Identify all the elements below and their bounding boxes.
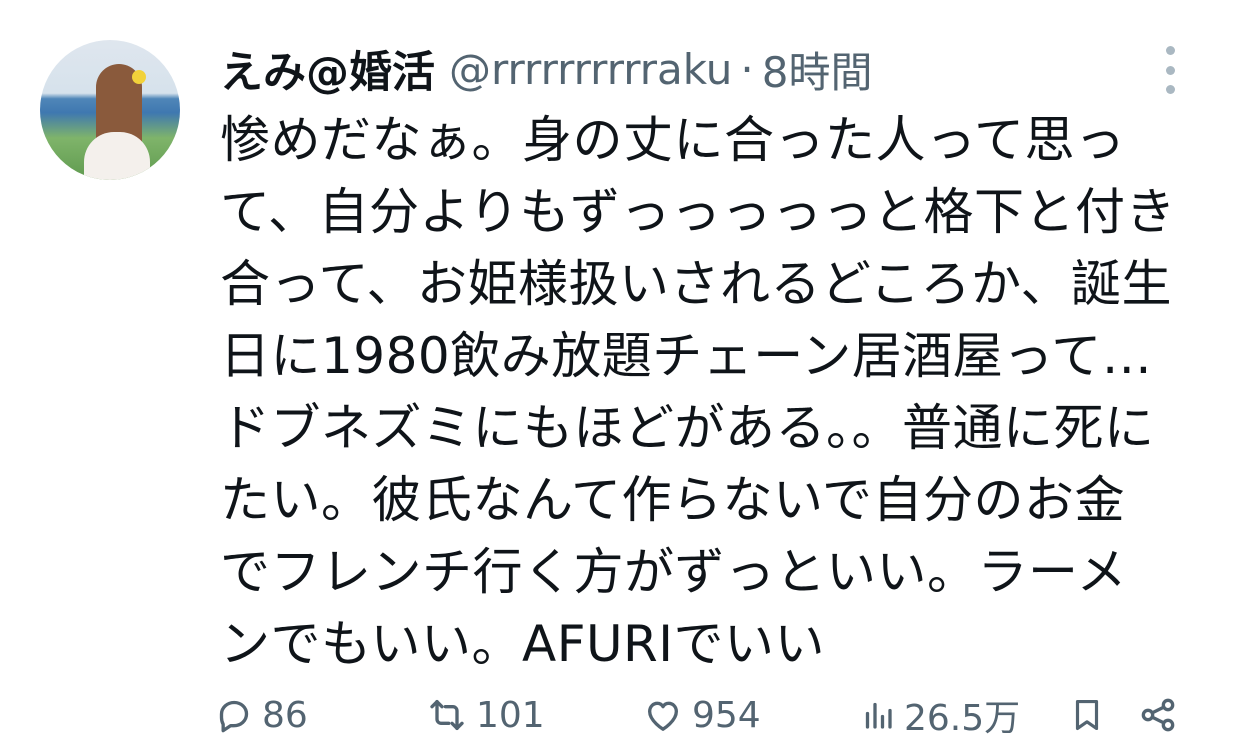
retweet-icon [426, 695, 468, 735]
bookmark-button[interactable] [1068, 690, 1106, 740]
views-count: 26.5万 [904, 698, 1021, 739]
tweet-text: 惨めだなぁ。身の丈に合った人って思っ て、自分よりもずっっっっっと格下と付き 合… [220, 111, 1176, 673]
retweet-button[interactable]: 101 [426, 690, 545, 740]
heart-icon [642, 695, 684, 735]
more-dot [1165, 46, 1175, 55]
tweet-card: えみ@婚活 @rrrrrrrrrraku · 8時間 惨めだなぁ。身の丈に合った… [0, 0, 1238, 744]
more-dot [1165, 65, 1175, 75]
views-icon [860, 695, 896, 735]
retweet-count: 101 [476, 694, 545, 736]
action-bar: 86 101 954 26.5万 [214, 690, 1214, 740]
tweet-header: えみ@婚活 @rrrrrrrrrraku · 8時間 [220, 38, 873, 100]
reply-button[interactable]: 86 [214, 690, 308, 740]
separator-dot: · [740, 44, 754, 94]
more-dot [1165, 85, 1175, 94]
share-icon [1138, 695, 1178, 735]
display-name[interactable]: えみ@婚活 [220, 38, 435, 100]
views-button[interactable]: 26.5万 [860, 690, 1020, 740]
reply-count: 86 [262, 694, 308, 736]
avatar[interactable] [40, 40, 180, 180]
avatar-dress [84, 132, 150, 180]
more-vertical-icon[interactable] [1160, 46, 1180, 94]
avatar-flower [132, 70, 146, 84]
share-button[interactable] [1138, 690, 1178, 740]
timestamp[interactable]: 8時間 [762, 39, 873, 100]
reply-icon [214, 695, 254, 735]
like-count: 954 [692, 694, 761, 736]
user-handle[interactable]: @rrrrrrrrrraku [449, 45, 732, 94]
bookmark-icon [1068, 695, 1106, 735]
like-button[interactable]: 954 [642, 690, 761, 740]
